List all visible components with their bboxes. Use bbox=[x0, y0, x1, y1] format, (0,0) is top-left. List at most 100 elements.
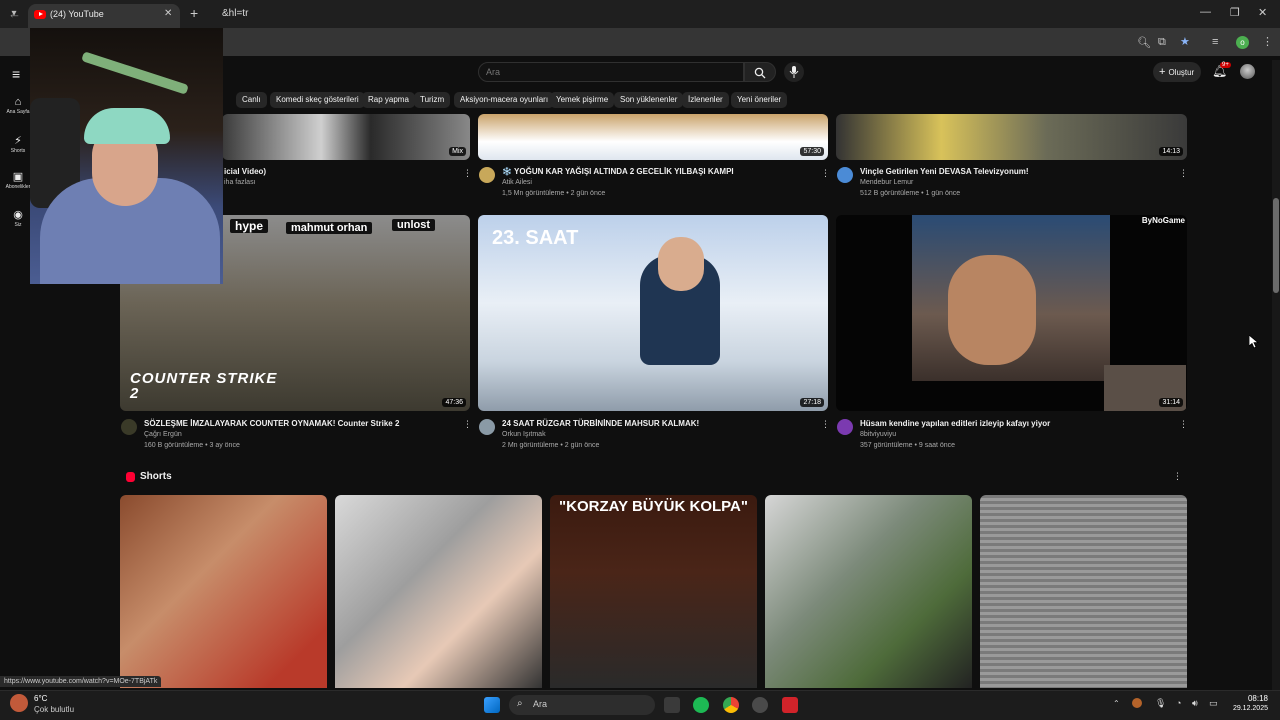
chip-recently-uploaded[interactable]: Son yüklenenler bbox=[614, 92, 684, 108]
browser-menu-icon[interactable]: ⋮ bbox=[1262, 35, 1273, 48]
video-title[interactable]: 24 SAAT RÜZGAR TÜRBİNİNDE MAHSUR KALMAK! bbox=[502, 419, 699, 428]
video-thumbnail[interactable]: 23. SAAT 27:18 bbox=[478, 215, 828, 411]
chrome-icon[interactable] bbox=[723, 697, 739, 713]
profile-avatar[interactable]: o bbox=[1236, 36, 1249, 49]
video-title[interactable]: ❄️ YOĞUN KAR YAĞIŞI ALTINDA 2 GECELİK YI… bbox=[502, 167, 734, 176]
create-label: Oluştur bbox=[1168, 68, 1195, 77]
channel-name[interactable]: Mendebur Lemur bbox=[860, 179, 913, 186]
link-preview-status: https://www.youtube.com/watch?v=MOe-7TBj… bbox=[0, 676, 162, 687]
minimize-icon[interactable]: — bbox=[1200, 6, 1211, 18]
channel-name[interactable]: 8bitviyuviyu bbox=[860, 431, 896, 438]
channel-name[interactable]: Çağrı Ergün bbox=[144, 431, 182, 438]
task-view-icon[interactable] bbox=[664, 697, 680, 713]
duration-badge: 57:30 bbox=[800, 147, 824, 156]
more-actions-icon[interactable]: ⋮ bbox=[463, 168, 472, 179]
webcam-overlay bbox=[30, 28, 223, 284]
weather-icon[interactable] bbox=[10, 694, 28, 712]
channel-avatar[interactable] bbox=[121, 419, 137, 435]
chip-tourism[interactable]: Turizm bbox=[414, 92, 451, 108]
windows-start-icon[interactable] bbox=[484, 697, 500, 713]
video-title[interactable]: Hüsam kendine yapılan editleri izleyip k… bbox=[860, 419, 1050, 428]
taskbar-search-icon: ⌕ bbox=[517, 698, 523, 709]
channel-avatar[interactable] bbox=[837, 167, 853, 183]
clock-date[interactable]: 29.12.2025 bbox=[1226, 705, 1268, 712]
channel-avatar[interactable] bbox=[479, 167, 495, 183]
search-icon bbox=[754, 67, 766, 79]
video-stats: 2 Mn görüntüleme • 2 gün önce bbox=[502, 442, 600, 449]
more-actions-icon[interactable]: ⋮ bbox=[1179, 419, 1188, 430]
duration-badge: 47:36 bbox=[442, 398, 466, 407]
spotify-icon[interactable] bbox=[693, 697, 709, 713]
new-tab-button[interactable]: + bbox=[190, 6, 198, 20]
bucket-hat-shape bbox=[84, 108, 170, 144]
back-icon[interactable]: ← bbox=[8, 6, 21, 21]
duration-badge: 31:14 bbox=[1159, 398, 1183, 407]
app-icon[interactable] bbox=[752, 697, 768, 713]
account-avatar[interactable] bbox=[1240, 64, 1255, 79]
channel-avatar[interactable] bbox=[479, 419, 495, 435]
chip-live[interactable]: Canlı bbox=[236, 92, 267, 108]
more-actions-icon[interactable]: ⋮ bbox=[821, 419, 830, 430]
zoom-icon[interactable]: 🔍︎ bbox=[1137, 36, 1151, 49]
search-button[interactable] bbox=[744, 62, 776, 82]
microphone-tray-icon[interactable]: 🎙︎ bbox=[1155, 698, 1166, 709]
thumb-tag: mahmut orhan bbox=[286, 222, 373, 234]
video-thumbnail[interactable]: ByNoGame 31:14 bbox=[836, 215, 1187, 411]
video-title[interactable]: icial Video) bbox=[224, 167, 266, 176]
app-icon[interactable] bbox=[782, 697, 798, 713]
url-field[interactable]: &hl=tr bbox=[222, 8, 248, 19]
short-thumbnail[interactable]: "KORZAY BÜYÜK KOLPA" bbox=[550, 495, 757, 688]
scrollbar-thumb[interactable] bbox=[1273, 198, 1279, 293]
clock-time[interactable]: 08:18 bbox=[1236, 694, 1268, 703]
channel-name[interactable]: Atik Ailesi bbox=[502, 179, 532, 186]
microphone-icon bbox=[789, 66, 799, 78]
video-stats: 512 B görüntüleme • 1 gün önce bbox=[860, 190, 961, 197]
chip-action-adventure[interactable]: Aksiyon-macera oyunları bbox=[454, 92, 555, 108]
channel-name[interactable]: iha fazlası bbox=[224, 179, 256, 186]
video-thumbnail[interactable]: 14:13 bbox=[836, 114, 1187, 160]
short-thumbnail[interactable] bbox=[120, 495, 327, 688]
battery-icon[interactable]: ▭ bbox=[1209, 698, 1218, 709]
mix-badge: Mix bbox=[449, 147, 466, 156]
channel-avatar[interactable] bbox=[837, 419, 853, 435]
short-thumbnail[interactable] bbox=[765, 495, 972, 688]
chip-cooking[interactable]: Yemek pişirme bbox=[550, 92, 615, 108]
video-thumbnail[interactable]: Mix bbox=[222, 114, 470, 160]
tab-close-icon[interactable]: ✕ bbox=[164, 8, 172, 19]
restore-icon[interactable]: ❐ bbox=[1230, 6, 1240, 19]
window-close-icon[interactable]: ✕ bbox=[1258, 6, 1267, 19]
chip-rap[interactable]: Rap yapma bbox=[362, 92, 415, 108]
more-actions-icon[interactable]: ⋮ bbox=[1179, 168, 1188, 179]
video-title[interactable]: SÖZLEŞME İMZALAYARAK COUNTER OYNAMAK! Co… bbox=[144, 419, 399, 428]
counter-strike-logo-text: COUNTER STRIKE 2 bbox=[130, 370, 278, 402]
more-actions-icon[interactable]: ⋮ bbox=[463, 419, 472, 430]
create-button[interactable]: + Oluştur bbox=[1153, 62, 1201, 82]
video-thumbnail[interactable]: 57:30 bbox=[478, 114, 828, 160]
video-stats: 1,5 Mn görüntüleme • 2 gün önce bbox=[502, 190, 606, 197]
bookmark-star-icon[interactable]: ★ bbox=[1180, 35, 1190, 48]
cast-icon[interactable]: ⧉ bbox=[1158, 36, 1166, 49]
search-box[interactable] bbox=[478, 62, 744, 82]
chip-new-to-you[interactable]: Yeni öneriler bbox=[731, 92, 788, 108]
search-input[interactable] bbox=[486, 67, 726, 77]
wifi-icon[interactable]: ◔ bbox=[1176, 698, 1181, 708]
weather-temp: 6°C bbox=[34, 694, 48, 703]
youtube-favicon-icon bbox=[34, 10, 46, 19]
more-actions-icon[interactable]: ⋮ bbox=[821, 168, 830, 179]
media-control-icon[interactable]: ≡ bbox=[1212, 36, 1218, 48]
volume-icon[interactable]: 🔊︎ bbox=[1192, 698, 1198, 709]
taskbar-search[interactable]: ⌕ Ara bbox=[509, 695, 655, 715]
guide-menu-icon[interactable]: ≡ bbox=[12, 66, 20, 82]
page-scrollbar[interactable] bbox=[1272, 60, 1280, 690]
short-thumbnail[interactable] bbox=[980, 495, 1187, 688]
video-title[interactable]: Vinçle Getirilen Yeni DEVASA Televizyonu… bbox=[860, 167, 1029, 176]
browser-tab[interactable]: (24) YouTube ✕ bbox=[28, 4, 180, 28]
short-thumbnail[interactable] bbox=[335, 495, 542, 688]
tray-app-icon[interactable] bbox=[1132, 698, 1142, 708]
chip-watched[interactable]: İzlenenler bbox=[682, 92, 729, 108]
channel-name[interactable]: Orkun Işıtmak bbox=[502, 431, 546, 438]
chip-comedy[interactable]: Komedi skeç gösterileri bbox=[270, 92, 365, 108]
tray-chevron-icon[interactable]: ⌃ bbox=[1113, 699, 1120, 708]
shorts-more-icon[interactable]: ⋮ bbox=[1173, 471, 1182, 482]
voice-search-button[interactable] bbox=[784, 62, 804, 82]
